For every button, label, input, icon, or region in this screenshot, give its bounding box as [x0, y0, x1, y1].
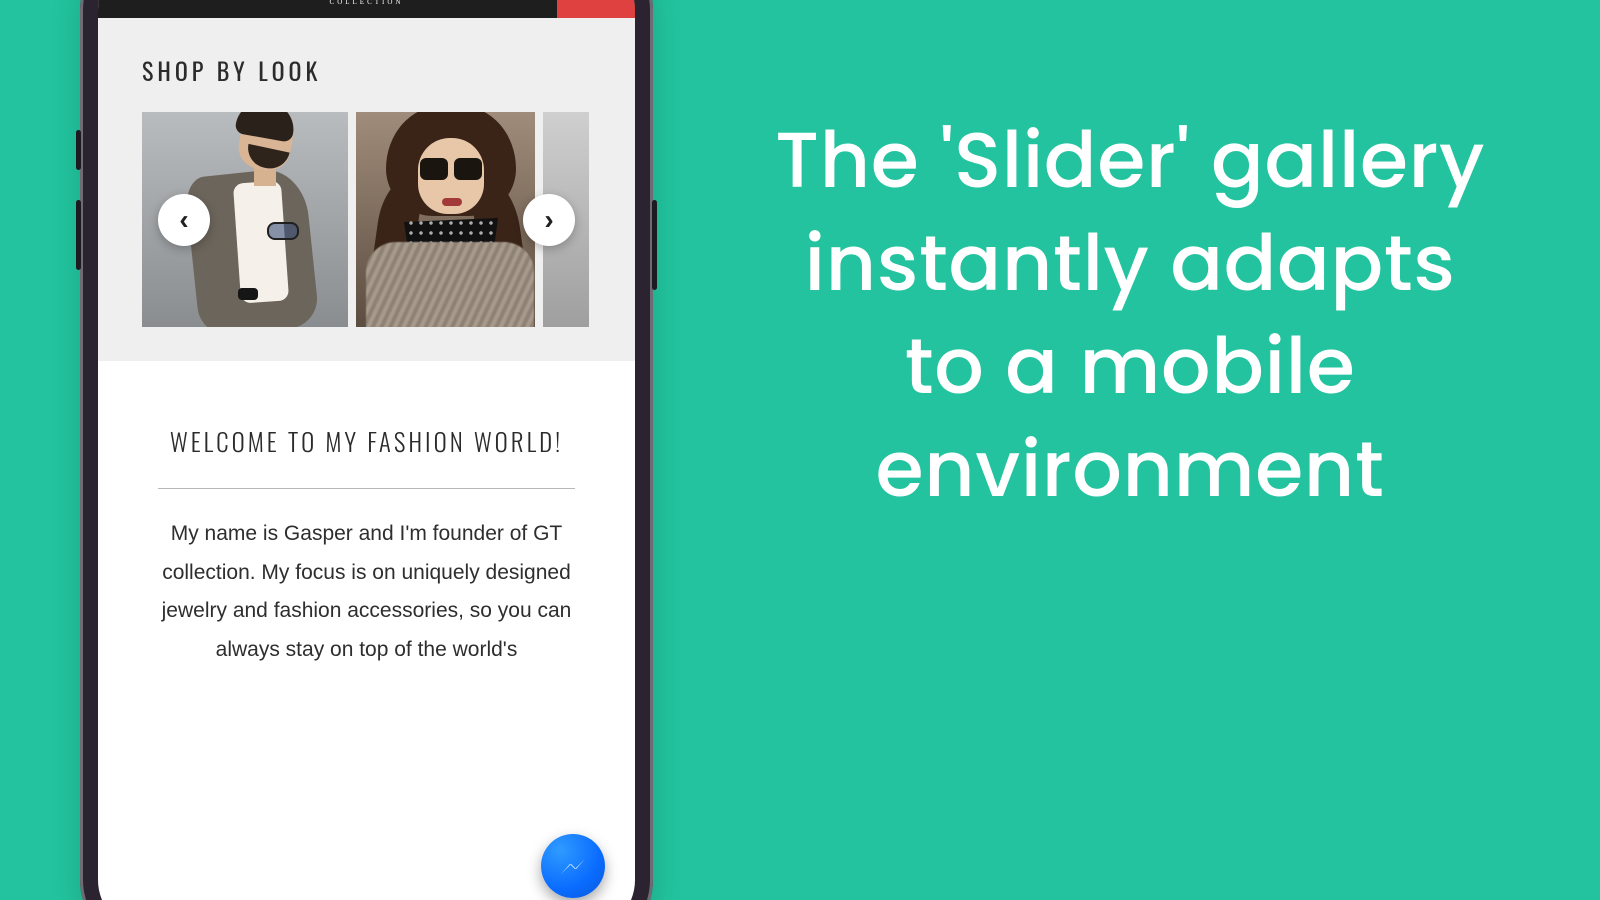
cart-button[interactable]: 0 [557, 0, 635, 18]
menu-label[interactable]: MENU [170, 0, 227, 4]
brand-sub: COLLECTION [330, 0, 404, 6]
slider-next-button[interactable]: › [523, 194, 575, 246]
search-button[interactable] [495, 0, 545, 18]
promo-slide: The 'Slider' gallery instantly adapts to… [0, 0, 1600, 900]
volume-up-button [76, 130, 81, 170]
promo-headline: The 'Slider' gallery instantly adapts to… [760, 110, 1500, 522]
brand-logo[interactable]: GT COLLECTION [330, 0, 404, 6]
chevron-left-icon: ‹ [179, 204, 188, 236]
welcome-section: WELCOME TO MY FASHION WORLD! My name is … [98, 361, 635, 670]
phone-screen: MENU GT COLLECTION [98, 0, 635, 900]
look-slide-2[interactable] [356, 112, 535, 327]
shop-by-look-section: SHOP BY LOOK [98, 18, 635, 361]
divider [158, 488, 575, 489]
messenger-button[interactable] [541, 834, 605, 898]
welcome-heading: WELCOME TO MY FASHION WORLD! [158, 423, 575, 462]
section-title: SHOP BY LOOK [142, 52, 591, 88]
search-icon [507, 0, 533, 1]
volume-down-button [76, 200, 81, 270]
model-image-2 [356, 112, 535, 327]
messenger-icon [555, 848, 591, 884]
slider-prev-button[interactable]: ‹ [158, 194, 210, 246]
phone-frame: MENU GT COLLECTION [80, 0, 653, 900]
app-header: MENU GT COLLECTION [98, 0, 635, 18]
power-button [652, 200, 657, 290]
welcome-body: My name is Gasper and I'm founder of GT … [158, 515, 575, 670]
look-slider[interactable]: ‹ › [142, 112, 591, 327]
chevron-right-icon: › [544, 204, 553, 236]
